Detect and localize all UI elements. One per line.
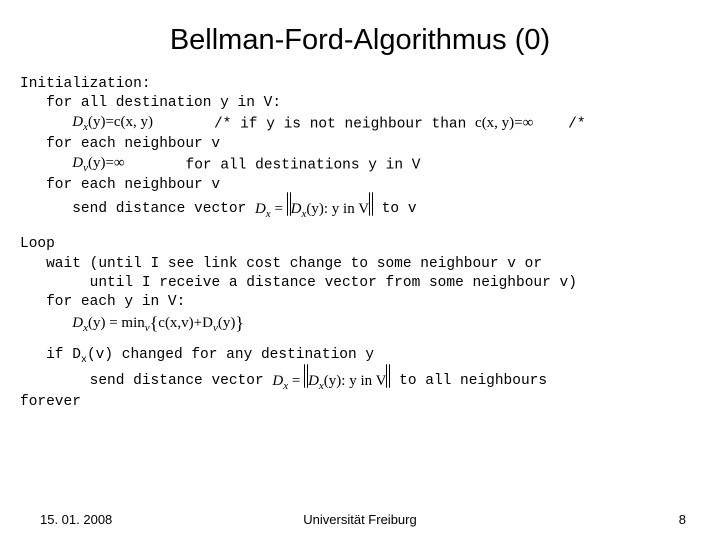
loop-eq4-line: Dx(y) = minv{c(x,v)+Dv(y)} [20, 312, 700, 336]
if-b: (v) changed for any destination y [87, 347, 374, 363]
init-eq2: Dv(y)=∞ [72, 154, 124, 176]
init-to-v: to v [373, 201, 417, 217]
init-comment1b: /* [559, 117, 585, 133]
eq4-arg: (y) = min [88, 315, 145, 331]
loop-for-y: for each y in V: [20, 293, 700, 312]
init-eq2-line: Dv(y)=∞ for all destinations y in V [20, 154, 700, 176]
pseudocode-block: Initialization: for all destination y in… [20, 75, 700, 412]
eq4-D: D [72, 315, 83, 331]
spacer2 [20, 336, 700, 346]
loop-heading: Loop [20, 235, 700, 254]
slide: Bellman-Ford-Algorithmus (0) Initializat… [0, 0, 720, 540]
loop-for-y-text: for each y in V: [46, 294, 185, 310]
lbrace-icon: { [150, 313, 159, 333]
eq1-D: D [72, 114, 83, 130]
init-for-dest: for all destination y in V: [20, 94, 700, 113]
loop-to-all: to all neighbours [390, 373, 547, 389]
eq5-D2: D [308, 373, 319, 389]
eq1b: c(x, y)=∞ [475, 115, 533, 131]
eq5-arg: (y): y in V [324, 373, 387, 389]
loop-wait2-text: until I receive a distance vector from s… [90, 275, 577, 291]
init-for-dest-text: for all destination y in V: [46, 95, 281, 111]
loop-forever: forever [20, 393, 700, 412]
slide-title: Bellman-Ford-Algorithmus (0) [20, 24, 700, 57]
init-for-nb1-text: for each neighbour v [46, 136, 220, 152]
rbrace-icon: } [235, 313, 244, 333]
init-for-nb2: for each neighbour v [20, 176, 700, 195]
eq5-D: D [272, 373, 283, 389]
eq3-inner-D: D [291, 201, 302, 217]
loop-wait2: until I receive a distance vector from s… [20, 274, 700, 293]
init-send-line: send distance vector Dx = Dx(y): y in V … [20, 195, 700, 222]
eq2-arg: (y)=∞ [88, 155, 125, 171]
init-for-all-dest: for all destinations y in V [186, 158, 421, 174]
loop-wait1-text: wait (until I see link cost change to so… [46, 256, 542, 272]
rbracket-icon [369, 192, 373, 215]
eq3-eq: = [271, 201, 287, 217]
init-for-nb2-text: for each neighbour v [46, 177, 220, 193]
eq3-D: D [255, 201, 266, 217]
init-comment1a: /* if y is not neighbour than [214, 117, 475, 133]
footer-page-number: 8 [679, 512, 686, 527]
init-eq1-line: Dx(y)=c(x, y) /* if y is not neighbour t… [20, 113, 700, 135]
eq4-inner1: c(x,v)+D [158, 315, 213, 331]
init-eq3: Dx = Dx(y): y in V [255, 195, 373, 222]
rbracket-icon-2 [386, 364, 390, 387]
lbracket-icon [287, 192, 291, 215]
loop-eq4: Dx(y) = minv{c(x,v)+Dv(y)} [72, 312, 244, 336]
if-a: if D [46, 347, 81, 363]
loop-send2-text: send distance vector [90, 373, 273, 389]
init-send-text: send distance vector [72, 201, 255, 217]
loop-eq5: Dx = Dx(y): y in V [272, 367, 390, 394]
loop-wait1: wait (until I see link cost change to so… [20, 255, 700, 274]
lbracket-icon-2 [304, 364, 308, 387]
eq1-arg: (y)=c(x, y) [88, 114, 153, 130]
eq4-inner2: (y) [218, 315, 236, 331]
footer-university: Universität Freiburg [0, 512, 720, 527]
eq3-inner-arg: (y): y in V [306, 201, 369, 217]
init-for-nb1: for each neighbour v [20, 135, 700, 154]
init-eq1b: c(x, y)=∞ [475, 114, 533, 134]
loop-if-line: if Dx(v) changed for any destination y [20, 346, 700, 367]
init-heading: Initialization: [20, 75, 700, 94]
spacer [20, 221, 700, 235]
eq2-D: D [72, 155, 83, 171]
init-eq1: Dx(y)=c(x, y) [72, 113, 153, 135]
loop-send2-line: send distance vector Dx = Dx(y): y in V … [20, 367, 700, 394]
